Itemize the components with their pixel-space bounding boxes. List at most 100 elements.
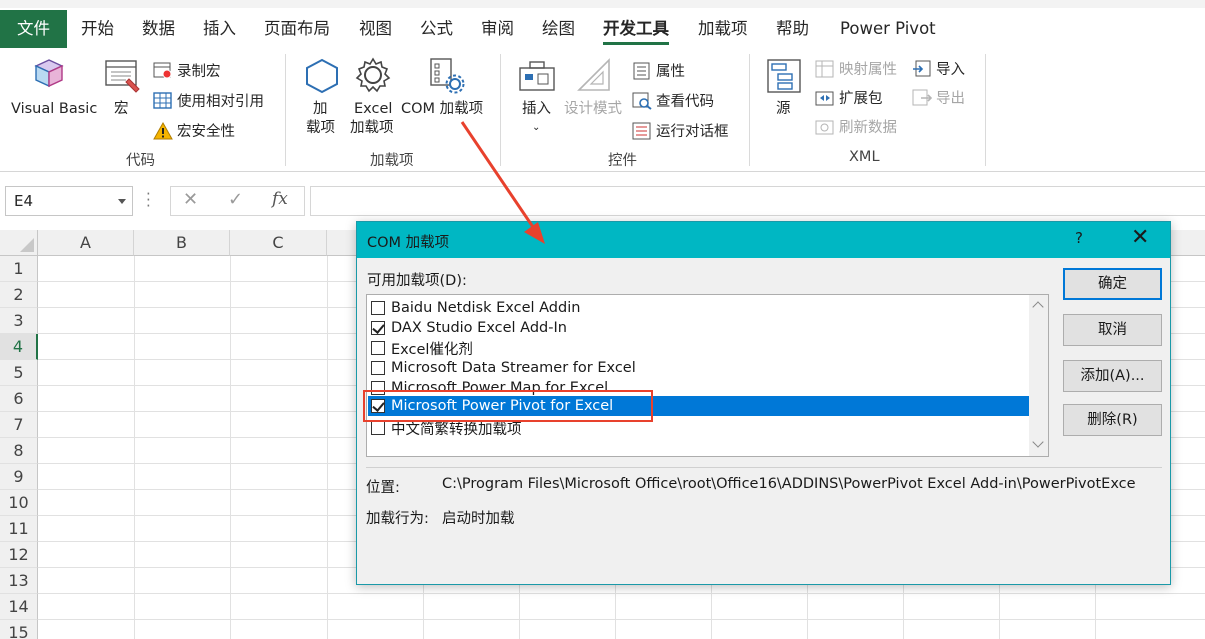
name-box[interactable]: E4 — [5, 186, 133, 216]
view-code-button[interactable]: 查看代码 — [632, 90, 714, 111]
dialog-divider — [366, 467, 1162, 468]
row-header[interactable]: 14 — [0, 594, 38, 620]
row-header[interactable]: 5 — [0, 360, 38, 386]
map-properties-label: 映射属性 — [839, 62, 897, 78]
list-item[interactable]: DAX Studio Excel Add-In — [368, 318, 1029, 338]
ok-button[interactable]: 确定 — [1063, 268, 1162, 300]
expansion-packs-icon — [815, 91, 834, 105]
help-button[interactable]: ? — [1075, 229, 1083, 247]
list-item-label: Excel催化剂 — [391, 341, 473, 358]
checkbox[interactable] — [371, 421, 385, 435]
dialog-title: COM 加载项 — [367, 235, 450, 251]
list-item[interactable]: Excel催化剂 — [368, 338, 1029, 358]
column-header-b[interactable]: B — [134, 230, 230, 256]
list-item[interactable]: Baidu Netdisk Excel Addin — [368, 298, 1029, 318]
checkbox[interactable] — [371, 321, 385, 335]
cancel-icon[interactable]: ✕ — [183, 189, 198, 210]
scroll-up-icon[interactable] — [1032, 301, 1044, 313]
toolbox-icon — [519, 61, 555, 91]
add-button[interactable]: 添加(A)... — [1063, 360, 1162, 392]
export-icon — [912, 89, 932, 105]
run-dialog-button[interactable]: 运行对话框 — [632, 120, 729, 141]
tab-insert[interactable]: 插入 — [203, 10, 236, 48]
listbox-scrollbar[interactable] — [1029, 295, 1048, 456]
record-macro-button[interactable]: 录制宏 — [153, 60, 221, 81]
load-behavior-label: 加载行为: — [366, 511, 429, 527]
row-header[interactable]: 15 — [0, 620, 38, 639]
group-separator — [285, 54, 286, 166]
xml-export-button: 导出 — [912, 87, 965, 108]
remove-button[interactable]: 删除(R) — [1063, 404, 1162, 436]
row-header[interactable]: 10 — [0, 490, 38, 516]
macros-label: 宏 — [114, 101, 129, 117]
run-dialog-icon — [632, 122, 651, 139]
close-button[interactable]: ✕ — [1131, 226, 1149, 250]
row-header[interactable]: 9 — [0, 464, 38, 490]
relative-reference-button[interactable]: 使用相对引用 — [153, 90, 264, 111]
formula-buttons: ✕ ✓ fx — [170, 186, 305, 216]
row-gridline — [38, 619, 1205, 620]
visual-basic-icon — [34, 59, 64, 88]
macros-icon — [105, 60, 140, 93]
chevron-down-icon[interactable] — [118, 199, 126, 204]
location-label: 位置: — [366, 480, 400, 496]
row-header[interactable]: 11 — [0, 516, 38, 542]
ribbon: Visual Basic 宏 录制宏 使用相对引用 宏安全性 代码 加 载项 E… — [0, 48, 1205, 172]
tab-power-pivot[interactable]: Power Pivot — [840, 10, 936, 48]
name-box-value: E4 — [14, 192, 34, 210]
expansion-packs-label: 扩展包 — [839, 91, 883, 107]
tab-help[interactable]: 帮助 — [776, 10, 809, 48]
tab-addins[interactable]: 加载项 — [698, 10, 748, 48]
properties-button[interactable]: 属性 — [632, 60, 685, 81]
row-header[interactable]: 2 — [0, 282, 38, 308]
column-header-c[interactable]: C — [230, 230, 327, 256]
tab-draw[interactable]: 绘图 — [542, 10, 575, 48]
row-header[interactable]: 7 — [0, 412, 38, 438]
tab-file[interactable]: 文件 — [0, 10, 67, 48]
macro-security-button[interactable]: 宏安全性 — [153, 120, 235, 141]
row-header[interactable]: 12 — [0, 542, 38, 568]
record-macro-icon — [153, 62, 172, 78]
column-header-a[interactable]: A — [38, 230, 134, 256]
row-header[interactable]: 6 — [0, 386, 38, 412]
properties-icon — [633, 62, 650, 79]
formula-input[interactable] — [310, 186, 1205, 216]
row-header[interactable]: 4 — [0, 334, 38, 360]
column-gridline — [327, 256, 328, 639]
checkbox[interactable] — [371, 361, 385, 375]
xml-import-button[interactable]: 导入 — [912, 58, 965, 79]
column-gridline — [230, 256, 231, 639]
select-all-corner[interactable] — [0, 230, 38, 256]
annotation-highlight-box — [363, 390, 653, 422]
checkbox[interactable] — [371, 301, 385, 315]
tab-home[interactable]: 开始 — [81, 10, 114, 48]
design-mode-label: 设计模式 — [564, 101, 622, 117]
dialog-title-bar: COM 加载项 ? ✕ — [357, 222, 1170, 258]
import-icon — [913, 60, 931, 76]
group-label-addins: 加载项 — [370, 153, 414, 169]
row-header[interactable]: 8 — [0, 438, 38, 464]
view-code-label: 查看代码 — [656, 94, 714, 110]
row-header[interactable]: 1 — [0, 256, 38, 282]
tab-page-layout[interactable]: 页面布局 — [264, 10, 330, 48]
checkbox[interactable] — [371, 341, 385, 355]
row-header[interactable]: 13 — [0, 568, 38, 594]
scroll-down-icon[interactable] — [1032, 436, 1044, 448]
enter-icon[interactable]: ✓ — [228, 189, 243, 210]
cancel-button[interactable]: 取消 — [1063, 314, 1162, 346]
addins-listbox[interactable]: Baidu Netdisk Excel Addin DAX Studio Exc… — [366, 294, 1049, 457]
tab-formulas[interactable]: 公式 — [420, 10, 453, 48]
tab-data[interactable]: 数据 — [142, 10, 175, 48]
insert-function-icon[interactable]: fx — [272, 189, 288, 209]
expansion-packs-button[interactable]: 扩展包 — [815, 87, 883, 108]
tab-review[interactable]: 审阅 — [481, 10, 514, 48]
column-gridline — [134, 256, 135, 639]
load-behavior-value: 启动时加载 — [442, 511, 515, 527]
tab-developer[interactable]: 开发工具 — [603, 10, 669, 48]
tab-view[interactable]: 视图 — [359, 10, 392, 48]
more-options-icon[interactable]: · · · — [146, 187, 152, 214]
refresh-data-label: 刷新数据 — [839, 120, 897, 136]
list-item[interactable]: Microsoft Data Streamer for Excel — [368, 358, 1029, 378]
group-label-controls: 控件 — [608, 153, 637, 169]
row-header[interactable]: 3 — [0, 308, 38, 334]
